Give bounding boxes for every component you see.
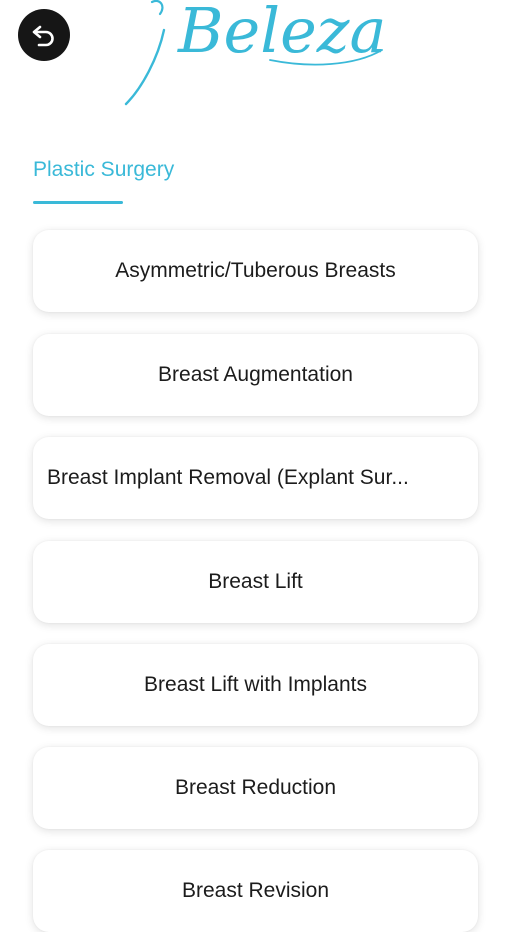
list-item[interactable]: Breast Implant Removal (Explant Sur... xyxy=(33,437,478,519)
list-item[interactable]: Breast Lift xyxy=(33,541,478,623)
list-item-label: Breast Lift xyxy=(208,570,303,593)
beleza-logo: Beleza xyxy=(120,0,400,110)
list-item[interactable]: Breast Reduction xyxy=(33,747,478,829)
list-item-label: Breast Reduction xyxy=(174,776,337,799)
list-item-label: Breast Revision xyxy=(181,879,330,902)
list-item-label: Breast Augmentation xyxy=(158,363,353,386)
list-item-label: Breast Lift with Implants xyxy=(144,673,367,696)
list-item[interactable]: Asymmetric/Tuberous Breasts xyxy=(33,230,478,312)
list-item[interactable]: Breast Augmentation xyxy=(33,334,478,416)
list-item[interactable]: Breast Lift with Implants xyxy=(33,644,478,726)
back-button[interactable] xyxy=(18,9,70,61)
logo-text: Beleza xyxy=(177,0,386,67)
list-item-label: Breast Implant Removal (Explant Sur... xyxy=(47,466,409,489)
list-item[interactable]: Breast Revision xyxy=(33,850,478,932)
back-arrow-icon xyxy=(32,25,54,47)
list-item-label: Asymmetric/Tuberous Breasts xyxy=(115,259,396,282)
section-title: Plastic Surgery xyxy=(33,158,175,181)
section-underline xyxy=(33,201,123,204)
